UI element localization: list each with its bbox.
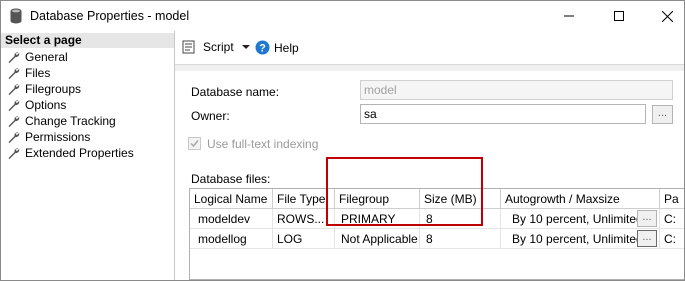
table-cell-path[interactable]: C: [660, 229, 684, 249]
title-bar: Database Properties - model [1, 1, 684, 31]
general-page-content: Database name: model Owner: sa ... Use f… [175, 71, 684, 280]
database-properties-window: Database Properties - model Select a pag… [0, 0, 685, 281]
minimize-icon [564, 15, 574, 17]
column-header-filegroup[interactable]: Filegroup [335, 189, 420, 209]
owner-field[interactable]: sa [360, 104, 646, 124]
svg-text:?: ? [259, 43, 266, 55]
table-cell-size[interactable]: 8 [420, 229, 501, 249]
owner-label: Owner: [191, 109, 230, 123]
table-cell-path[interactable]: C: [660, 209, 684, 229]
wrench-icon [8, 67, 20, 79]
window-title: Database Properties - model [30, 9, 190, 23]
minimize-button[interactable] [546, 1, 592, 31]
sidebar-item-label: Options [25, 98, 67, 112]
database-name-field: model [360, 80, 673, 100]
sidebar-item-label: Change Tracking [25, 114, 116, 128]
table-cell-filegroup[interactable]: Not Applicable [335, 229, 420, 249]
sidebar-item-files[interactable]: Files [7, 65, 50, 81]
sidebar-item-change-tracking[interactable]: Change Tracking [7, 113, 116, 129]
sidebar-item-label: Permissions [25, 130, 91, 144]
database-files-label: Database files: [191, 172, 271, 186]
column-header-autogrowth[interactable]: Autogrowth / Maxsize [501, 189, 660, 209]
table-cell-filegroup[interactable]: PRIMARY [335, 209, 420, 229]
help-label: Help [274, 40, 299, 55]
column-header-file-type[interactable]: File Type [273, 189, 335, 209]
properties-panel: Script ? Help Database name: model Owner… [175, 31, 684, 280]
fulltext-label: Use full-text indexing [207, 137, 319, 151]
table-cell-logical-name[interactable]: modellog [190, 229, 273, 249]
wrench-icon [8, 131, 20, 143]
select-page-panel: Select a page General Files Filegroups O… [1, 31, 175, 280]
toolbar: Script ? Help [175, 31, 684, 65]
sidebar-item-label: Files [25, 66, 51, 80]
wrench-icon [8, 115, 20, 127]
table-cell-size[interactable]: 8 [420, 209, 501, 229]
database-files-grid: Logical Name File Type Filegroup Size (M… [189, 188, 684, 280]
table-cell-file-type[interactable]: LOG [273, 229, 335, 249]
wrench-icon [8, 99, 20, 111]
autogrowth-edit-button[interactable]: ... [637, 230, 657, 247]
checkmark-icon [190, 140, 199, 148]
close-button[interactable] [644, 1, 684, 31]
wrench-icon [8, 51, 20, 63]
wrench-icon [8, 147, 20, 159]
column-header-path[interactable]: Pa [660, 189, 684, 209]
wrench-icon [8, 83, 20, 95]
autogrowth-edit-button[interactable]: ... [637, 210, 657, 227]
help-icon: ? [255, 40, 270, 55]
sidebar-item-label: Extended Properties [25, 146, 134, 160]
table-cell-logical-name[interactable]: modeldev [190, 209, 273, 229]
sidebar-item-general[interactable]: General [7, 49, 68, 65]
sidebar-item-permissions[interactable]: Permissions [7, 129, 90, 145]
owner-browse-button[interactable]: ... [652, 105, 673, 124]
script-label: Script [203, 40, 234, 54]
column-header-logical-name[interactable]: Logical Name [190, 189, 273, 209]
sidebar-item-label: Filegroups [25, 82, 82, 96]
database-name-label: Database name: [191, 85, 280, 99]
sidebar-item-options[interactable]: Options [7, 97, 66, 113]
select-page-header: Select a page [1, 33, 174, 48]
dropdown-arrow-icon [241, 45, 250, 49]
script-icon [182, 40, 195, 54]
help-button[interactable]: ? Help [255, 40, 299, 55]
fulltext-checkbox [188, 137, 201, 150]
close-icon [661, 10, 673, 22]
sidebar-item-filegroups[interactable]: Filegroups [7, 81, 81, 97]
script-button[interactable]: Script [182, 40, 252, 54]
table-cell-file-type[interactable]: ROWS... [273, 209, 335, 229]
column-header-size[interactable]: Size (MB) [420, 189, 501, 209]
maximize-icon [614, 11, 624, 21]
database-icon [10, 8, 22, 24]
sidebar-item-label: General [25, 50, 68, 64]
maximize-button[interactable] [596, 1, 642, 31]
sidebar-item-extended-properties[interactable]: Extended Properties [7, 145, 134, 161]
